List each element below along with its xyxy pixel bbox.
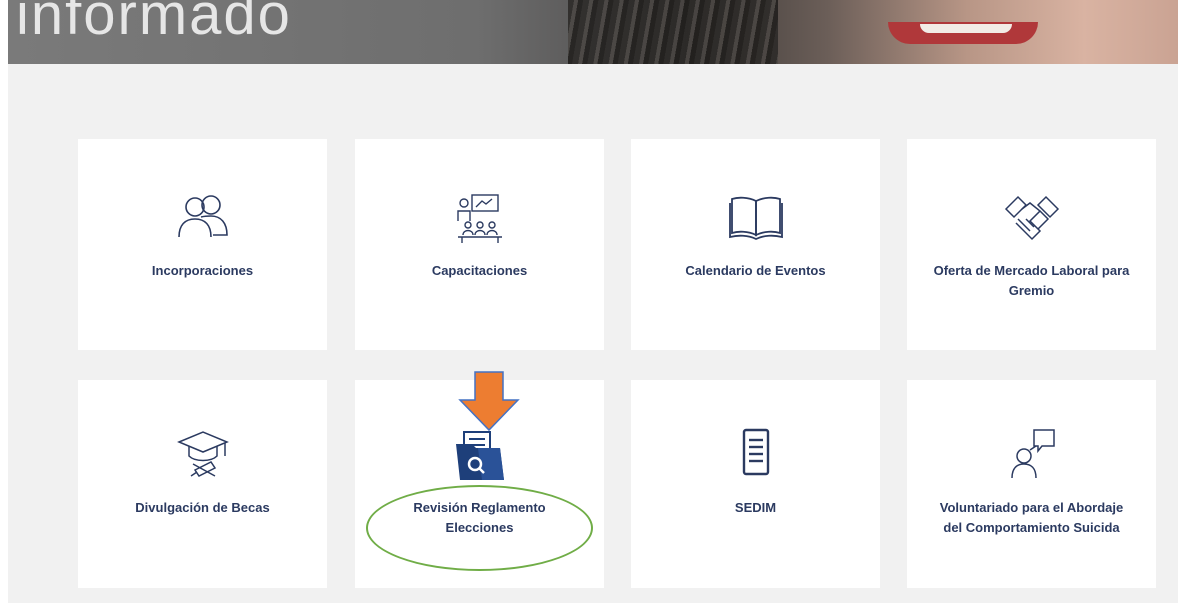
card-voluntariado-abordaje[interactable]: Voluntariado para el Abordaje del Compor… <box>907 380 1156 588</box>
banner-photo-teeth <box>920 24 1012 33</box>
card-divulgacion-becas[interactable]: Divulgación de Becas <box>78 380 327 588</box>
annotation-highlight-ellipse <box>366 485 593 571</box>
document-icon <box>724 426 788 482</box>
card-calendario-eventos[interactable]: Calendario de Eventos <box>631 139 880 350</box>
card-label: Incorporaciones <box>151 263 254 278</box>
banner-photo-hair <box>568 0 778 64</box>
people-icon <box>171 189 235 245</box>
annotation-down-arrow-icon <box>458 371 520 432</box>
card-label: Divulgación de Becas <box>135 500 270 515</box>
card-label: Voluntariado para el Abordaje del Compor… <box>939 500 1124 535</box>
card-label: Capacitaciones <box>431 263 528 278</box>
card-oferta-mercado-laboral[interactable]: Oferta de Mercado Laboral para Gremio <box>907 139 1156 350</box>
folder-search-icon <box>448 426 512 482</box>
card-label: SEDIM <box>734 500 777 515</box>
handshake-icon <box>1000 189 1064 245</box>
hero-banner: informado <box>8 0 1178 64</box>
card-capacitaciones[interactable]: Capacitaciones <box>355 139 604 350</box>
card-sedim[interactable]: SEDIM <box>631 380 880 588</box>
card-incorporaciones[interactable]: Incorporaciones <box>78 139 327 350</box>
card-label: Oferta de Mercado Laboral para Gremio <box>933 263 1130 298</box>
open-book-icon <box>724 189 788 245</box>
classroom-icon <box>448 189 512 245</box>
person-speech-bubble-icon <box>1000 426 1064 482</box>
graduation-cap-icon <box>171 426 235 482</box>
card-label: Calendario de Eventos <box>685 263 826 278</box>
banner-title: informado <box>16 0 292 47</box>
